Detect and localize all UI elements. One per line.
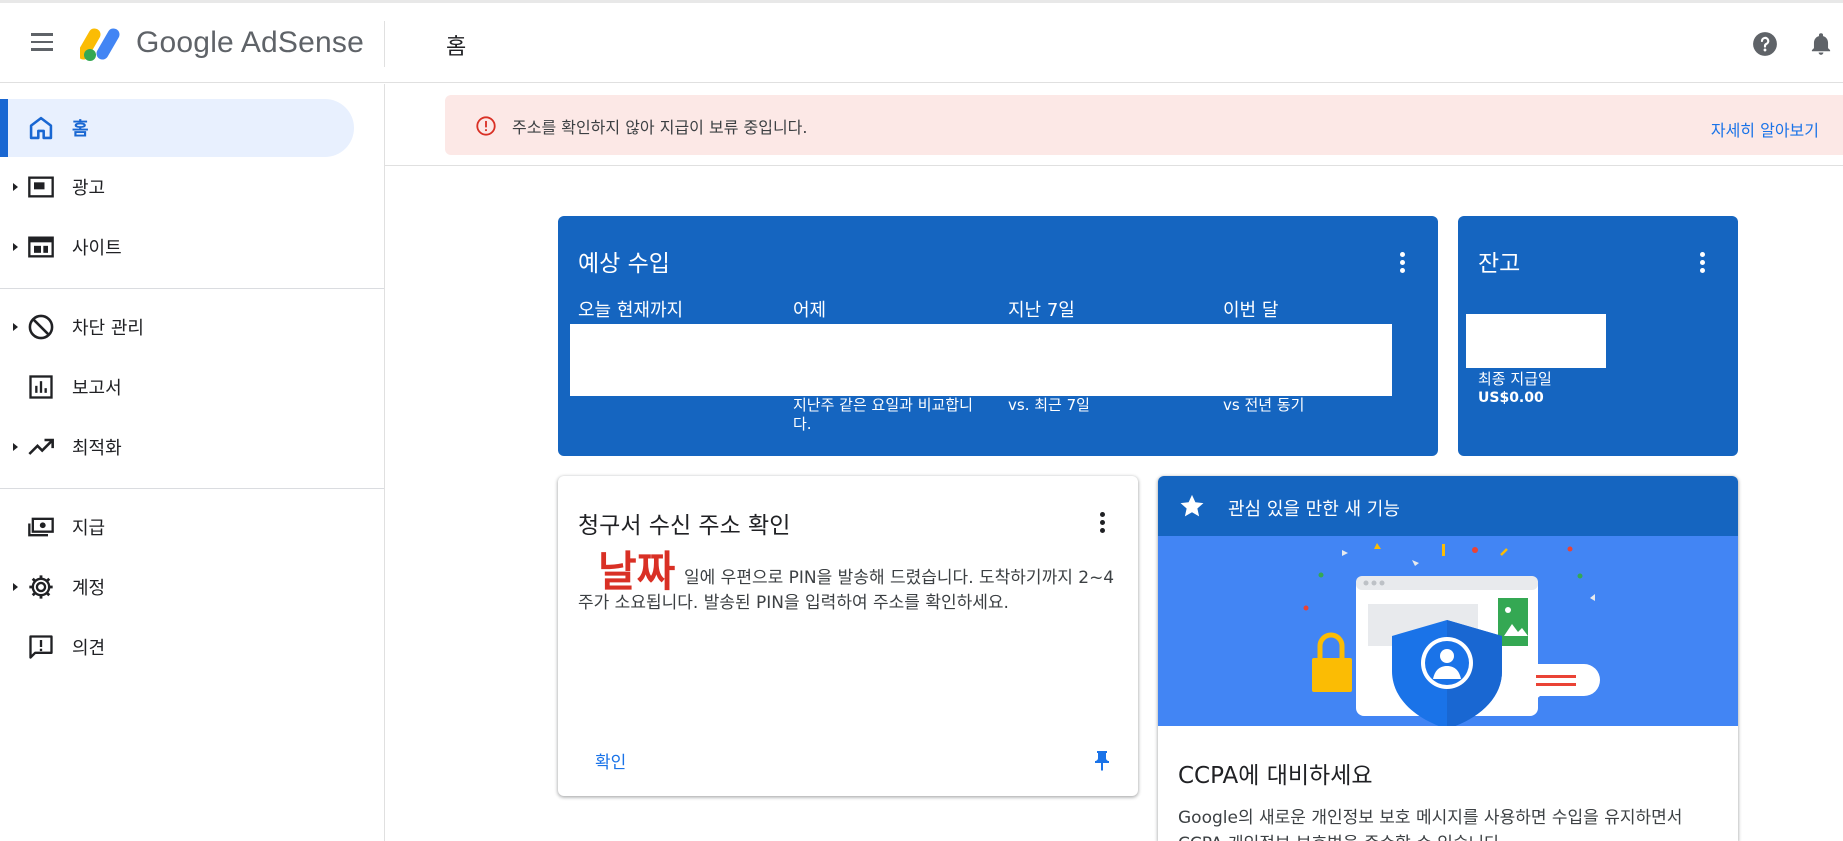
period-yesterday-comparison: 지난주 같은 요일과 비교합니다. bbox=[793, 396, 973, 433]
expand-arrow-icon bbox=[13, 323, 18, 331]
privacy-illustration bbox=[1158, 536, 1738, 729]
payment-hold-alert: 주소를 확인하지 않아 지급이 보류 중입니다. 자세히 알아보기 bbox=[445, 95, 1843, 155]
earnings-card-title: 예상 수입 bbox=[578, 251, 670, 277]
star-icon bbox=[1180, 494, 1204, 517]
trending-up-icon bbox=[28, 438, 54, 455]
gear-icon bbox=[29, 575, 53, 599]
sidebar-item-label: 광고 bbox=[72, 178, 106, 199]
last-payment-amount: US$0.00 bbox=[1478, 390, 1544, 406]
more-vert-icon[interactable] bbox=[1692, 250, 1712, 278]
more-vert-icon[interactable] bbox=[1092, 510, 1112, 538]
header-divider bbox=[384, 21, 385, 67]
new-feature-body: Google의 새로운 개인정보 보호 메시지를 사용하면 수입을 유지하면서 … bbox=[1178, 808, 1683, 841]
menu-icon[interactable] bbox=[28, 33, 56, 53]
period-month-label: 이번 달 bbox=[1223, 300, 1279, 321]
sidebar-divider bbox=[0, 288, 384, 289]
sidebar-item-home[interactable]: 홈 bbox=[0, 99, 354, 157]
address-card-body-text: 일에 우편으로 PIN을 발송해 드렸습니다. 도착하기까지 2~4주가 소요됩… bbox=[578, 568, 1115, 613]
sidebar-item-account[interactable]: 계정 bbox=[0, 558, 354, 616]
estimated-earnings-card: 예상 수입 오늘 현재까지 어제 지난 7일 이번 달 지난주 같은 요일과 비… bbox=[558, 216, 1438, 456]
payments-icon bbox=[28, 517, 54, 537]
help-icon[interactable] bbox=[1752, 31, 1778, 57]
sidebar-item-block-management[interactable]: 차단 관리 bbox=[0, 298, 354, 356]
app-header: Google AdSense 홈 bbox=[0, 3, 1843, 83]
adsense-logo-icon bbox=[80, 28, 120, 61]
period-last7-comparison: vs. 최근 7일 bbox=[1008, 396, 1090, 414]
sidebar-item-label: 최적화 bbox=[72, 438, 122, 459]
page-title: 홈 bbox=[446, 35, 467, 60]
period-month-comparison: vs 전년 동기 bbox=[1223, 396, 1305, 414]
sidebar-item-label: 차단 관리 bbox=[72, 318, 144, 339]
sidebar-item-payments[interactable]: 지급 bbox=[0, 498, 354, 556]
period-last7-label: 지난 7일 bbox=[1008, 300, 1075, 321]
new-feature-header: 관심 있을 만한 새 기능 bbox=[1158, 476, 1738, 536]
sidebar-item-label: 사이트 bbox=[72, 238, 122, 259]
balance-card: 잔고 최종 지급일 US$0.00 bbox=[1458, 216, 1738, 456]
balance-card-title: 잔고 bbox=[1478, 251, 1521, 277]
sidebar-item-sites[interactable]: 사이트 bbox=[0, 218, 354, 276]
sidebar-item-label: 보고서 bbox=[72, 378, 122, 399]
logo-text: Google AdSense bbox=[136, 26, 364, 59]
period-yesterday-label: 어제 bbox=[793, 300, 827, 321]
expand-arrow-icon bbox=[13, 243, 18, 251]
sidebar-nav: 홈 광고 사이트 차단 관리 보고서 최적화 지급 계정 의견 bbox=[0, 84, 385, 841]
content-divider bbox=[385, 165, 1843, 166]
error-icon bbox=[476, 116, 496, 136]
learn-more-link[interactable]: 자세히 알아보기 bbox=[1711, 117, 1819, 141]
address-card-title: 청구서 수신 주소 확인 bbox=[578, 513, 791, 539]
ads-icon bbox=[28, 176, 54, 198]
sidebar-item-ads[interactable]: 광고 bbox=[0, 158, 354, 216]
privacy-shield-illustration bbox=[1303, 543, 1600, 729]
sidebar-item-reports[interactable]: 보고서 bbox=[0, 358, 354, 416]
address-card-body: 일에 우편으로 PIN을 발송해 드렸습니다. 도착하기까지 2~4주가 소요됩… bbox=[578, 566, 1123, 616]
new-feature-card: 관심 있을 만한 새 기능 CCPA에 대비하세요 Google의 새로운 개인… bbox=[1158, 476, 1738, 841]
alert-message: 주소를 확인하지 않아 지급이 보류 중입니다. bbox=[512, 118, 808, 137]
feedback-icon bbox=[29, 635, 53, 659]
block-icon bbox=[28, 314, 54, 340]
sidebar-divider bbox=[0, 488, 384, 489]
redacted-balance-value bbox=[1466, 314, 1606, 368]
notification-bell-icon[interactable] bbox=[1808, 31, 1834, 57]
redacted-earnings-values bbox=[570, 324, 1392, 396]
new-feature-header-text: 관심 있을 만한 새 기능 bbox=[1228, 499, 1400, 520]
confirm-button[interactable]: 확인 bbox=[595, 748, 626, 773]
sidebar-item-label: 계정 bbox=[72, 578, 106, 599]
expand-arrow-icon bbox=[13, 583, 18, 591]
sidebar-item-label: 지급 bbox=[72, 518, 106, 539]
sidebar-item-optimization[interactable]: 최적화 bbox=[0, 418, 354, 476]
sites-icon bbox=[28, 236, 54, 258]
home-icon bbox=[29, 116, 53, 140]
expand-arrow-icon bbox=[13, 443, 18, 451]
period-today-label: 오늘 현재까지 bbox=[578, 300, 684, 321]
sidebar-item-label: 홈 bbox=[72, 119, 89, 140]
reports-icon bbox=[29, 375, 53, 399]
pin-icon[interactable] bbox=[1090, 748, 1114, 774]
more-vert-icon[interactable] bbox=[1392, 250, 1412, 278]
sidebar-item-feedback[interactable]: 의견 bbox=[0, 618, 354, 676]
expand-arrow-icon bbox=[13, 183, 18, 191]
new-feature-title: CCPA에 대비하세요 bbox=[1178, 763, 1373, 789]
last-payment-label: 최종 지급일 bbox=[1478, 370, 1552, 388]
sidebar-item-label: 의견 bbox=[72, 638, 106, 659]
address-verification-card: 청구서 수신 주소 확인 날짜 일에 우편으로 PIN을 발송해 드렸습니다. … bbox=[558, 476, 1138, 796]
adsense-logo[interactable]: Google AdSense bbox=[80, 21, 364, 65]
